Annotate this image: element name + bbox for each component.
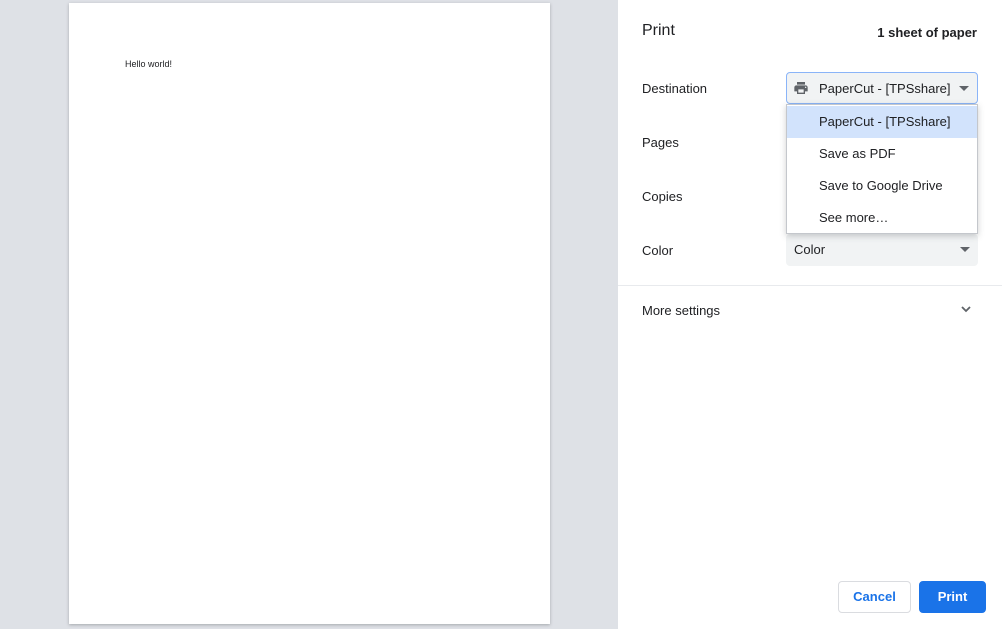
color-select[interactable]: Color xyxy=(786,234,978,266)
destination-select[interactable]: PaperCut - [TPSshare] xyxy=(786,72,978,104)
chevron-down-icon xyxy=(961,306,971,313)
preview-page: Hello world! xyxy=(69,3,550,624)
sheet-count: 1 sheet of paper xyxy=(877,25,977,40)
preview-page-text: Hello world! xyxy=(125,59,173,69)
destination-value: PaperCut - [TPSshare] xyxy=(819,81,951,96)
destination-dropdown-list: PaperCut - [TPSshare] Save as PDF Save t… xyxy=(786,104,978,234)
destination-option-see-more[interactable]: See more… xyxy=(787,202,977,234)
destination-option-save-as-pdf[interactable]: Save as PDF xyxy=(787,138,977,170)
color-label: Color xyxy=(642,243,674,258)
copies-label: Copies xyxy=(642,189,683,204)
color-value: Color xyxy=(794,242,826,257)
page-title: Print xyxy=(642,22,675,39)
more-settings-label: More settings xyxy=(642,303,721,318)
more-settings-toggle[interactable]: More settings xyxy=(618,294,1002,326)
print-settings-sidebar: Print 1 sheet of paper Destination Paper… xyxy=(618,0,1002,629)
dropdown-caret-icon xyxy=(960,247,970,252)
section-divider xyxy=(618,285,1002,286)
cancel-button[interactable]: Cancel xyxy=(838,581,911,613)
destination-label: Destination xyxy=(642,81,708,96)
print-preview-area: Hello world! xyxy=(0,0,618,629)
dropdown-caret-icon xyxy=(959,86,969,91)
pages-label: Pages xyxy=(642,135,679,150)
print-button[interactable]: Print xyxy=(919,581,986,613)
destination-option-save-to-google-drive[interactable]: Save to Google Drive xyxy=(787,170,977,202)
printer-icon xyxy=(794,82,808,94)
destination-option-papercut[interactable]: PaperCut - [TPSshare] xyxy=(787,106,977,138)
